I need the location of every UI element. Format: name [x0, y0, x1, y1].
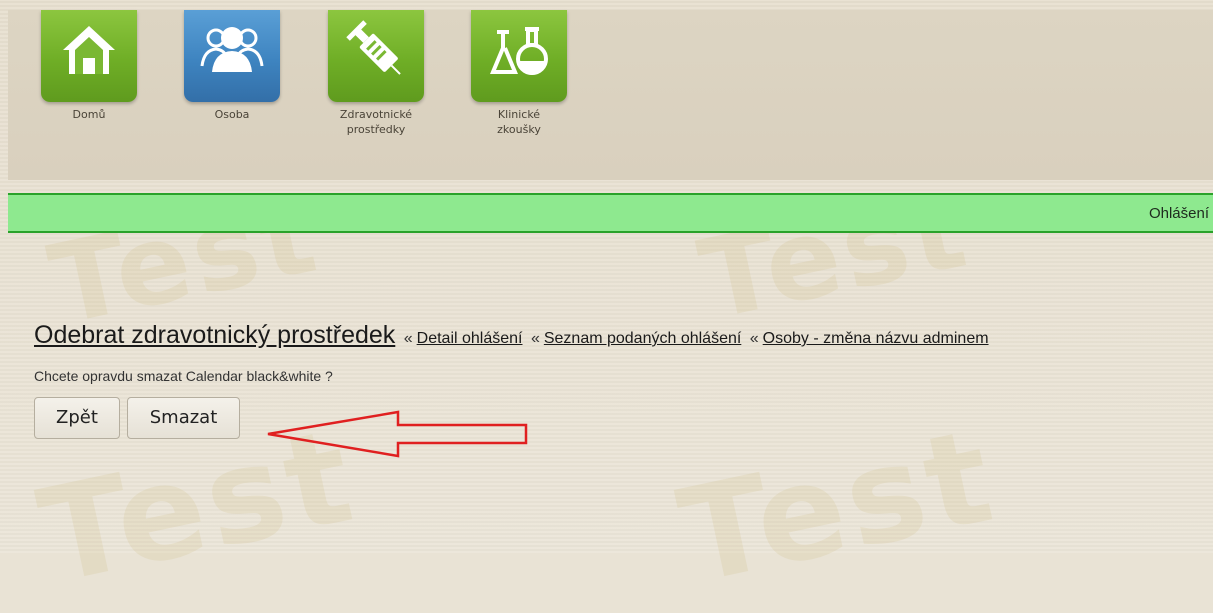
red-arrow-shape: [267, 410, 528, 458]
red-arrow-annotation: [267, 410, 528, 458]
